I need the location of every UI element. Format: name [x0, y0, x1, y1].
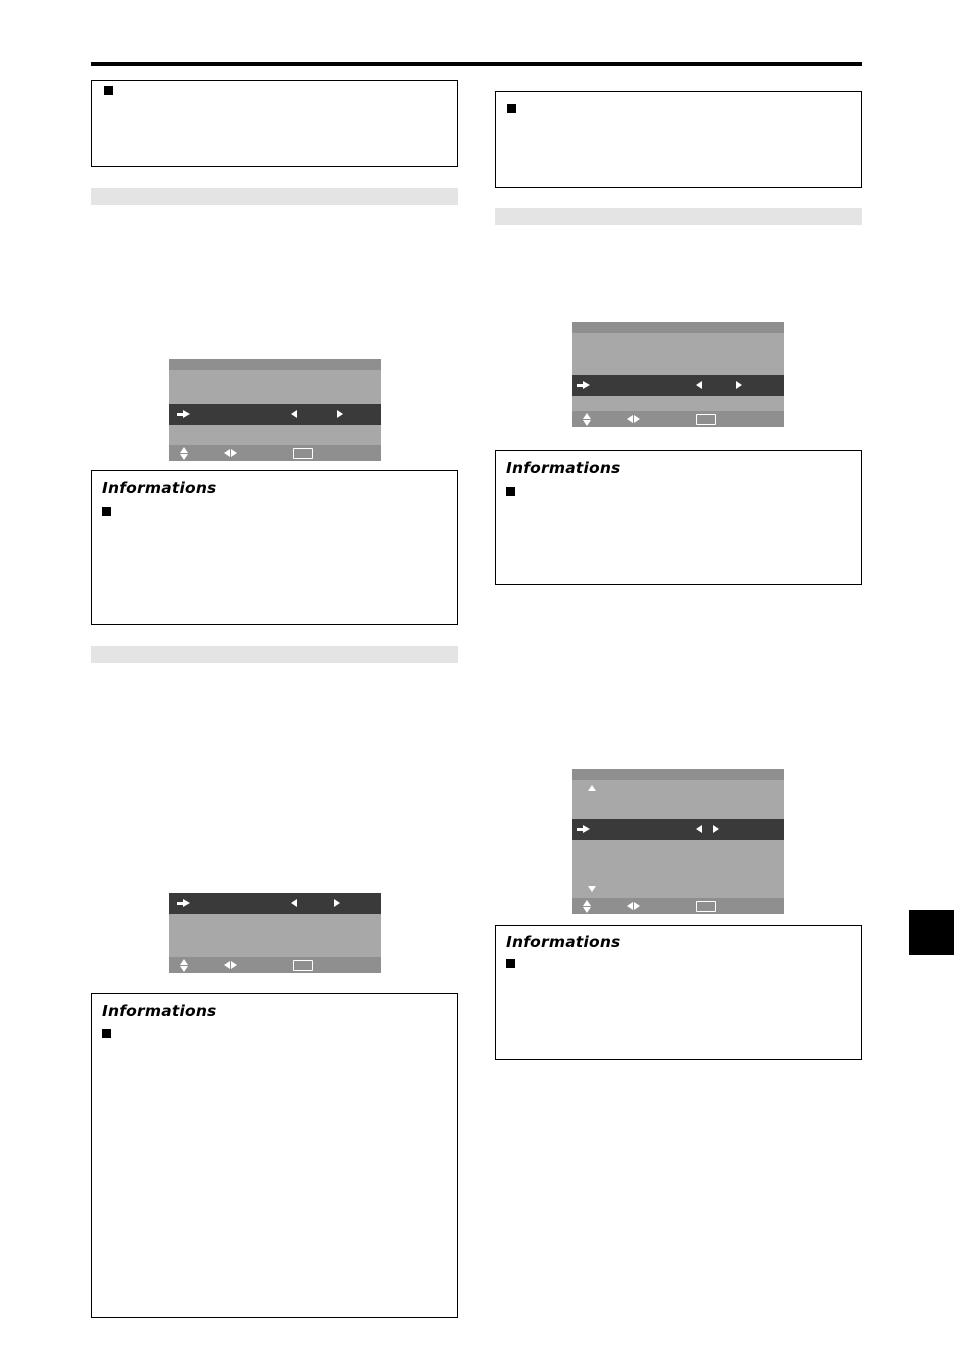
osd-footer-down-icon [583, 420, 591, 426]
osd-footer-bar [572, 411, 784, 427]
osd-panel-left-top [169, 359, 381, 461]
bullet-square-left-mid [102, 507, 111, 516]
osd-header-bar [572, 769, 784, 780]
osd-cursor-icon [177, 899, 190, 908]
osd-footer-up-icon [583, 900, 591, 906]
osd-right-arrow-icon[interactable] [334, 899, 340, 907]
osd-left-arrow-icon[interactable] [696, 381, 702, 389]
osd-scroll-down-icon[interactable] [588, 886, 596, 892]
osd-footer-button-icon [696, 414, 716, 425]
info-box-top-right [495, 91, 862, 188]
osd-cursor-icon [177, 410, 190, 419]
osd-footer-left-icon [627, 415, 633, 423]
info-title-right-bottom: Informations [506, 933, 621, 951]
info-box-left-bottom [91, 993, 458, 1318]
info-title-left-bottom: Informations [102, 1002, 217, 1020]
osd-footer-down-icon [180, 454, 188, 460]
osd-cursor-icon [577, 825, 590, 834]
header-rule [91, 62, 862, 66]
osd-header-bar [572, 322, 784, 333]
osd-panel-right-top [572, 322, 784, 427]
bullet-square-right-mid [506, 487, 515, 496]
osd-footer-left-icon [224, 961, 230, 969]
bullet-square-left-bottom [102, 1029, 111, 1038]
osd-footer-bar [169, 957, 381, 973]
osd-right-arrow-icon[interactable] [713, 825, 719, 833]
osd-footer-right-icon [634, 902, 640, 910]
info-title-right-mid: Informations [506, 459, 621, 477]
osd-footer-up-icon [180, 447, 188, 453]
osd-scroll-up-icon[interactable] [588, 785, 596, 791]
osd-left-arrow-icon[interactable] [291, 899, 297, 907]
osd-left-arrow-icon[interactable] [696, 825, 702, 833]
osd-footer-bar [572, 898, 784, 914]
info-title-left-mid: Informations [102, 479, 217, 497]
osd-selected-row[interactable] [572, 819, 784, 840]
osd-footer-up-icon [180, 959, 188, 965]
page-edge-tab-marker [909, 910, 954, 955]
osd-panel-right-bottom [572, 769, 784, 914]
osd-footer-button-icon [696, 901, 716, 912]
osd-cursor-icon [577, 381, 590, 390]
osd-left-arrow-icon[interactable] [291, 410, 297, 418]
section-heading-bar-left-2 [91, 646, 458, 663]
osd-footer-bar [169, 445, 381, 461]
osd-footer-button-icon [293, 448, 313, 459]
osd-footer-right-icon [231, 449, 237, 457]
osd-footer-down-icon [180, 966, 188, 972]
osd-footer-right-icon [634, 415, 640, 423]
osd-header-bar [169, 359, 381, 370]
info-box-top-left [91, 80, 458, 167]
osd-selected-row[interactable] [169, 893, 381, 914]
bullet-square-top-left [104, 86, 113, 95]
osd-right-arrow-icon[interactable] [337, 410, 343, 418]
osd-footer-down-icon [583, 907, 591, 913]
bullet-square-right-bottom [506, 959, 515, 968]
osd-panel-left-bottom [169, 893, 381, 973]
osd-right-arrow-icon[interactable] [736, 381, 742, 389]
osd-footer-up-icon [583, 413, 591, 419]
document-page: Informations Informations Informations I… [0, 0, 954, 1351]
osd-footer-button-icon [293, 960, 313, 971]
osd-footer-right-icon [231, 961, 237, 969]
section-heading-bar-right-1 [495, 208, 862, 225]
osd-selected-row[interactable] [169, 404, 381, 425]
osd-selected-row[interactable] [572, 375, 784, 396]
section-heading-bar-left-1 [91, 188, 458, 205]
osd-footer-left-icon [224, 449, 230, 457]
osd-footer-left-icon [627, 902, 633, 910]
bullet-square-top-right [507, 104, 516, 113]
